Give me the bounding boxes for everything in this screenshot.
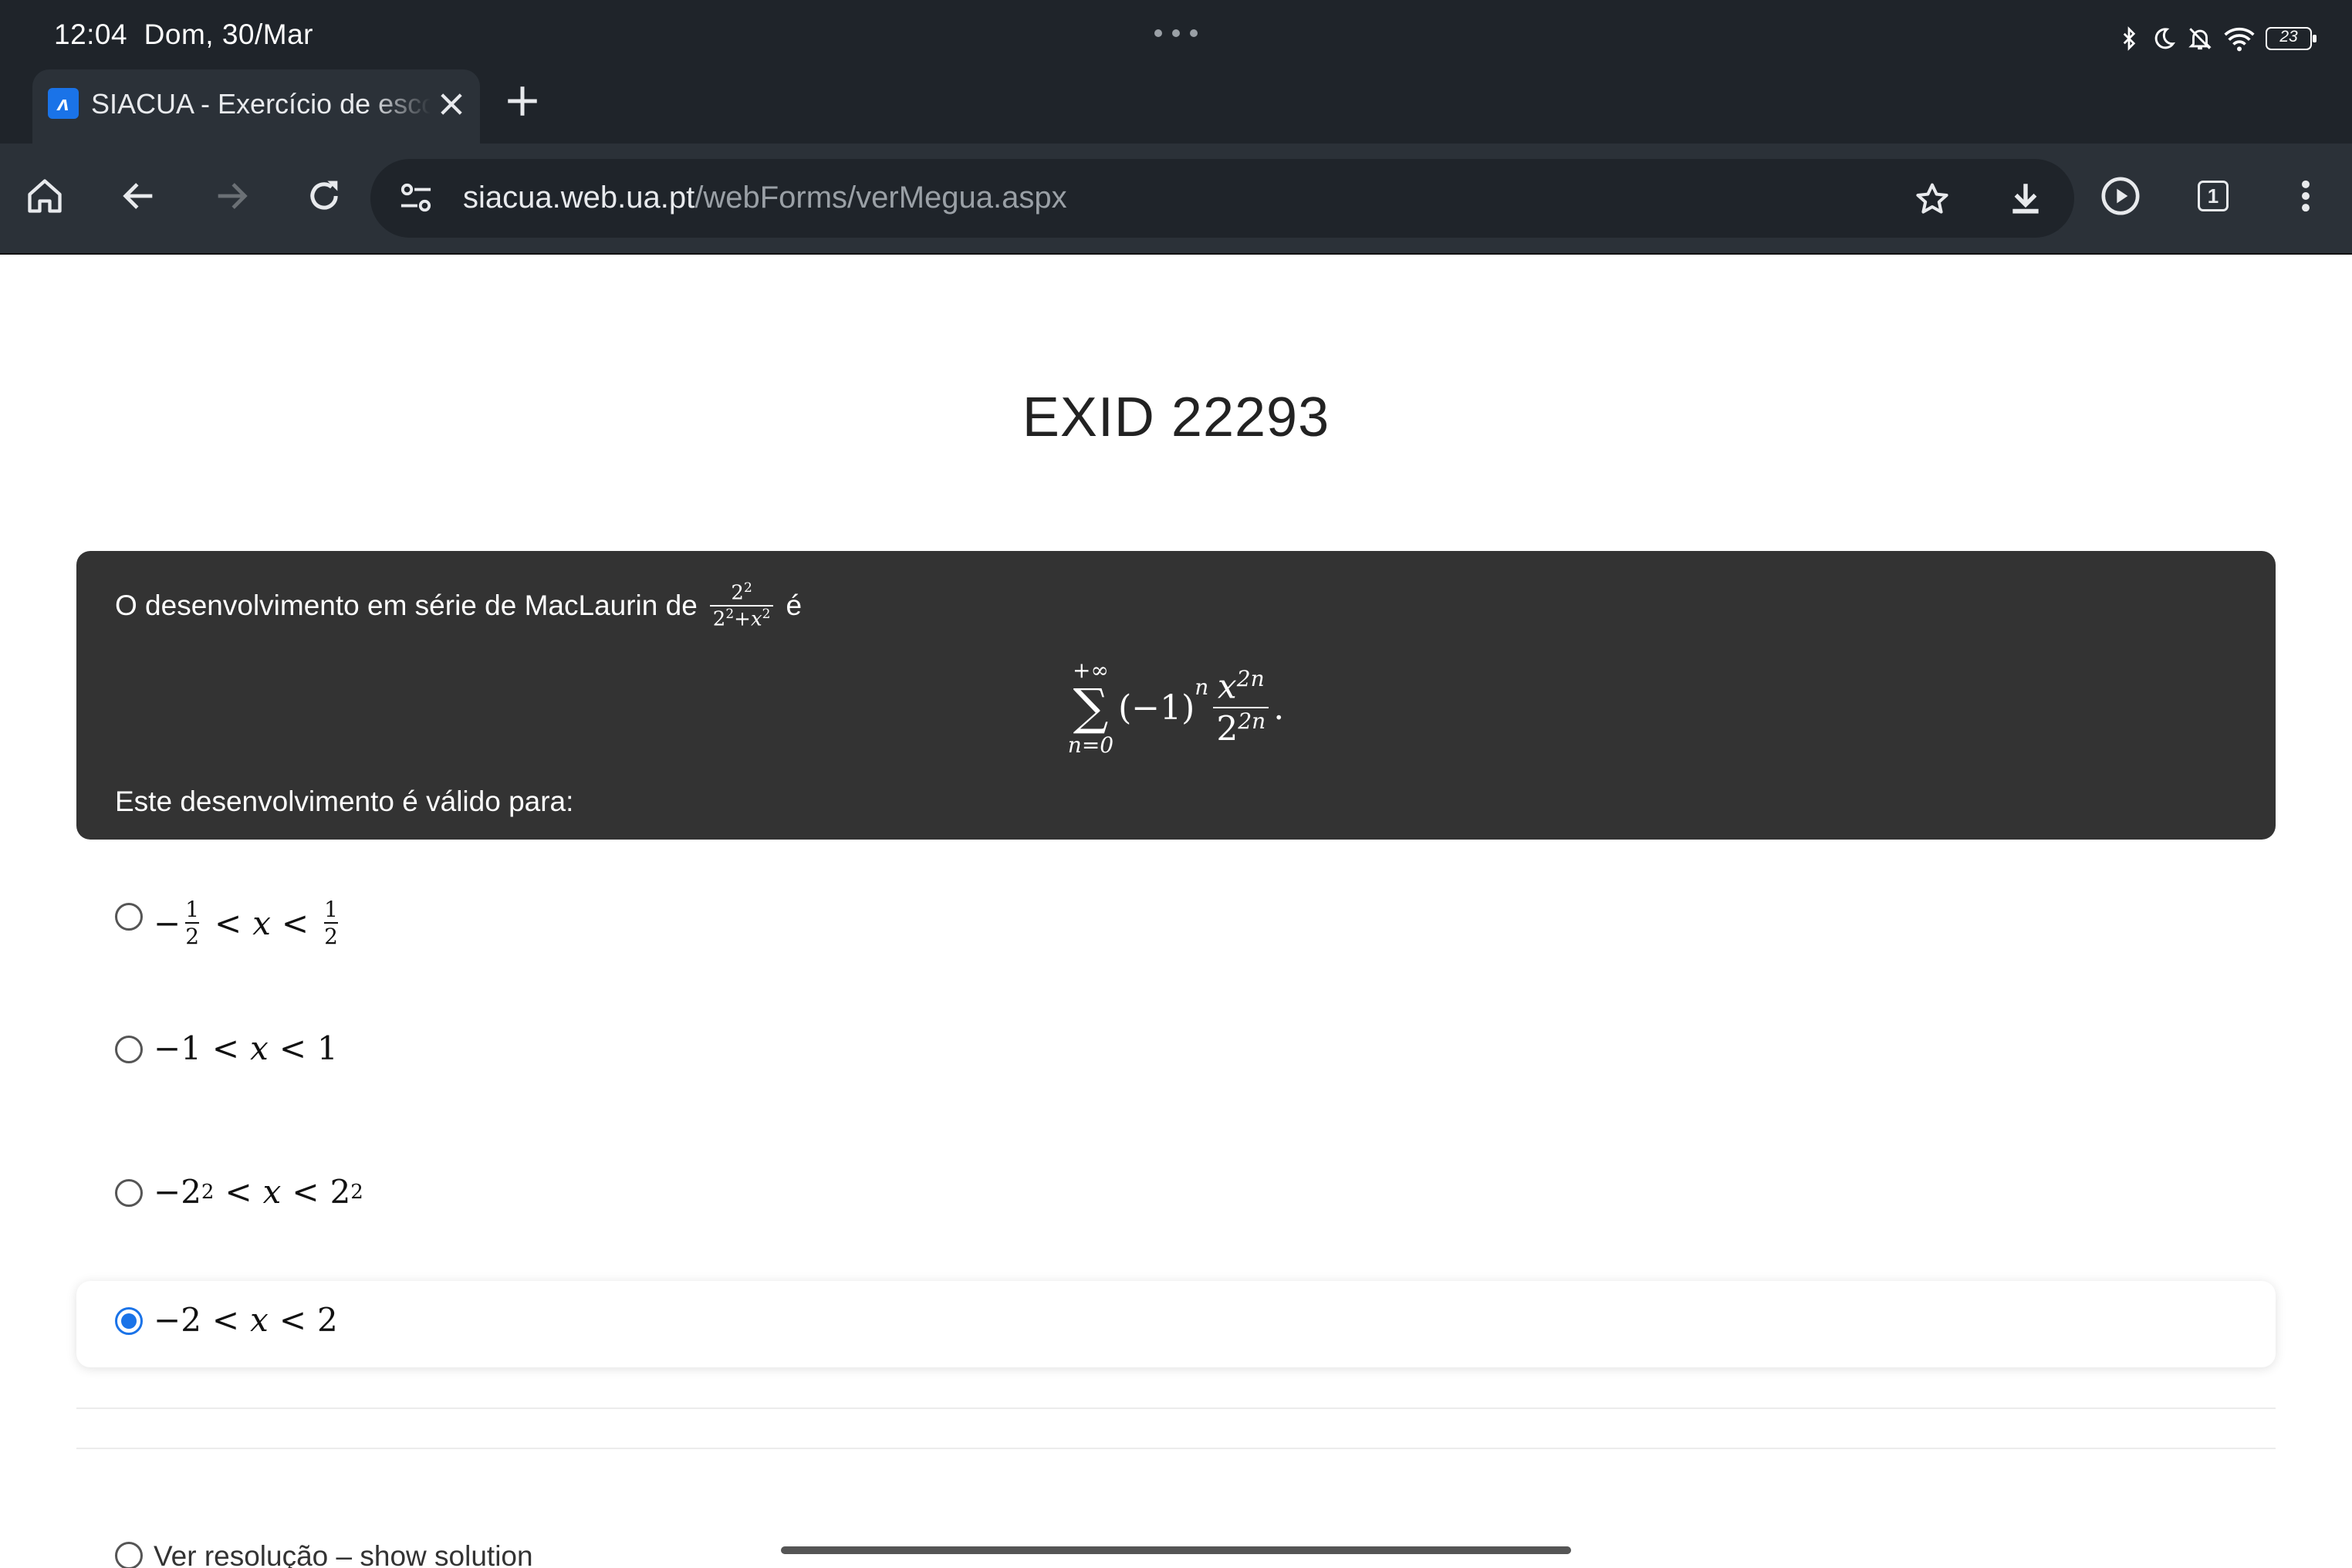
close-tab-icon[interactable] [435, 88, 468, 120]
arrow-right-icon [218, 183, 248, 209]
browser-chrome: 12:04 Dom, 30/Mar 23 ʌ SIACUA - Exercíci… [0, 0, 2352, 255]
question-intro-end: é [786, 589, 803, 621]
arrow-left-icon [123, 183, 153, 209]
url-path: /webForms/verMegua.aspx [694, 181, 1067, 215]
multiwindow-dots-icon[interactable] [1154, 29, 1198, 37]
answer-option-4[interactable]: −2 < x <2 [76, 1281, 2276, 1367]
answer-option-1[interactable]: − 12 < x < 12 [76, 877, 2276, 963]
wifi-icon [2224, 27, 2255, 52]
new-tab-plus-icon[interactable] [503, 82, 542, 120]
status-bar-clock: 12:04 Dom, 30/Mar [54, 19, 313, 51]
gesture-home-bar[interactable] [781, 1546, 1571, 1554]
site-settings-tune-icon[interactable] [398, 182, 434, 215]
muted-bell-icon [2188, 28, 2212, 50]
option-4-radio-selected[interactable] [115, 1307, 143, 1335]
option-4-math: −2 < x <2 [154, 1301, 338, 1339]
question-intro: O desenvolvimento em série de MacLaurin … [115, 580, 802, 630]
bookmark-star-icon[interactable] [1914, 181, 1951, 218]
option-3-math: −2 2 < x <2 2 [154, 1173, 363, 1211]
reload-icon [310, 181, 338, 210]
home-icon [28, 179, 62, 213]
tab-title: SIACUA - Exercício de escolha múltipla [91, 88, 431, 120]
browser-tab-active[interactable]: ʌ SIACUA - Exercício de escolha múltipla [32, 69, 480, 144]
show-solution-option[interactable]: Ver resolução – show solution [76, 1512, 2276, 1568]
answer-option-2[interactable]: −1 < x <1 [76, 1009, 2276, 1096]
maclaurin-series-formula: +∞ ∑ n=0 (−1) n x2n 22n . [1067, 657, 1285, 758]
status-date: Dom, 30/Mar [144, 19, 313, 50]
browser-toolbar: siacua.web.ua.pt/webForms/verMegua.aspx … [0, 144, 2352, 255]
validity-prompt: Este desenvolvimento é válido para: [115, 786, 574, 817]
play-circle-icon [2101, 177, 2140, 215]
intro-fraction: 22 22+x2 [709, 580, 774, 630]
summation: +∞ ∑ n=0 [1067, 657, 1114, 758]
tab-count-icon: 1 [2198, 181, 2229, 211]
status-time: 12:04 [54, 19, 128, 50]
tab-count: 1 [2207, 184, 2219, 208]
status-icons: 23 [2117, 22, 2317, 56]
reload-button[interactable] [301, 173, 347, 219]
option-2-math: −1 < x <1 [154, 1029, 338, 1067]
battery-level: 23 [2279, 28, 2298, 46]
play-media-button[interactable] [2097, 173, 2144, 219]
battery-icon: 23 [2266, 27, 2317, 50]
option-2-radio[interactable] [115, 1036, 143, 1063]
page-title: EXID 22293 [1022, 387, 1330, 448]
option-1-math: − 12 < x < 12 [154, 897, 338, 949]
bluetooth-icon [2123, 26, 2136, 51]
question-box: O desenvolvimento em série de MacLaurin … [76, 551, 2276, 840]
home-button[interactable] [22, 173, 68, 219]
option-1-radio[interactable] [115, 903, 143, 931]
answer-option-3[interactable]: −2 2 < x <2 2 [76, 1153, 2276, 1239]
address-bar[interactable]: siacua.web.ua.pt/webForms/verMegua.aspx [370, 159, 2074, 238]
option-3-radio[interactable] [115, 1179, 143, 1207]
tab-switcher-button[interactable]: 1 [2190, 173, 2236, 219]
show-solution-radio[interactable] [115, 1542, 143, 1568]
siacua-favicon-icon: ʌ [48, 88, 79, 119]
more-vertical-icon [2302, 180, 2310, 212]
do-not-disturb-moon-icon [2154, 28, 2175, 49]
download-icon[interactable] [2006, 179, 2045, 218]
question-intro-text: O desenvolvimento em série de MacLaurin … [115, 589, 698, 621]
back-button[interactable] [116, 173, 162, 219]
more-menu-button[interactable] [2283, 173, 2329, 219]
show-solution-label: Ver resolução – show solution [154, 1540, 533, 1568]
page-content: EXID 22293 O desenvolvimento em série de… [0, 255, 2352, 1568]
forward-button[interactable] [208, 173, 255, 219]
divider [76, 1407, 2276, 1409]
url-host: siacua.web.ua.pt [463, 181, 695, 215]
divider [76, 1448, 2276, 1449]
url-text[interactable]: siacua.web.ua.pt/webForms/verMegua.aspx [463, 181, 1067, 215]
